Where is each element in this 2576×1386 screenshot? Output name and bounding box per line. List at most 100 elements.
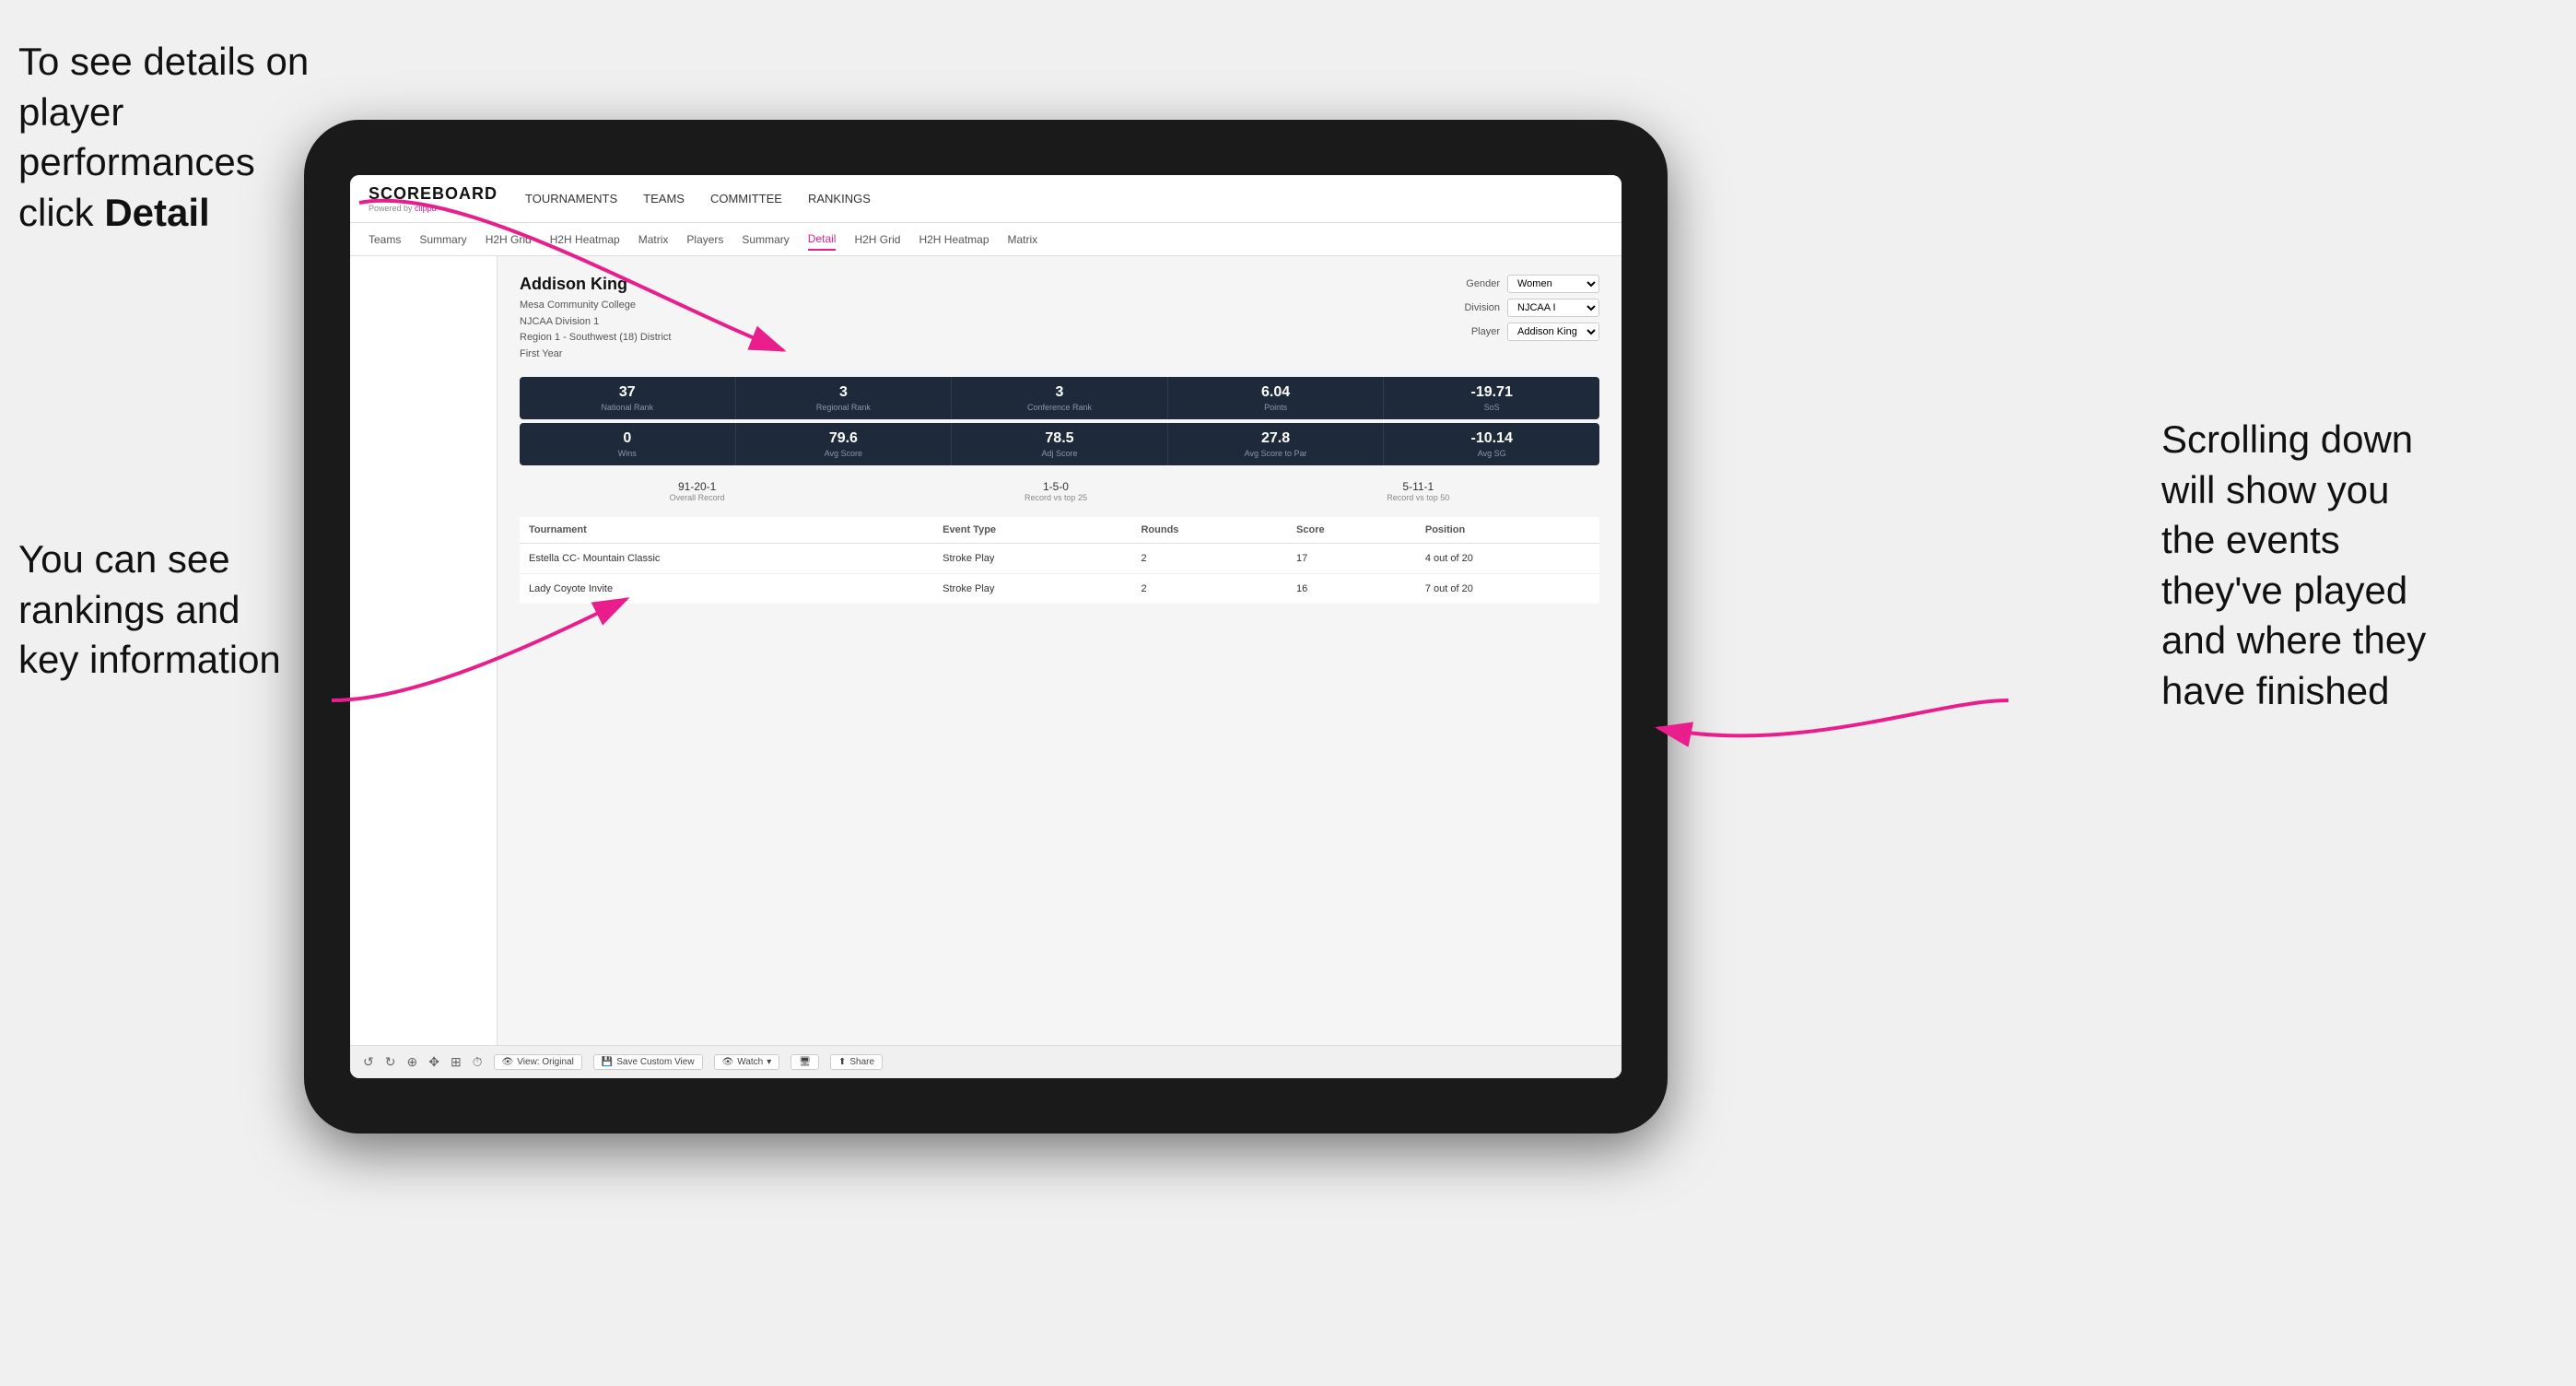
stat-wins: 0 Wins — [520, 423, 736, 465]
subnav-teams[interactable]: Teams — [369, 229, 401, 250]
record-top25: 1-5-0 Record vs top 25 — [1025, 480, 1087, 502]
gender-label: Gender — [1466, 278, 1500, 289]
record-overall: 91-20-1 Overall Record — [670, 480, 725, 502]
stat-avg-sg: -10.14 Avg SG — [1384, 423, 1599, 465]
col-score: Score — [1287, 517, 1416, 544]
gender-select[interactable]: Women — [1507, 275, 1599, 293]
stats-row-1: 37 National Rank 3 Regional Rank 3 Confe… — [520, 377, 1599, 419]
subnav-h2h-heatmap2[interactable]: H2H Heatmap — [919, 229, 989, 250]
nav-committee[interactable]: COMMITTEE — [710, 188, 782, 209]
view-original-button[interactable]: 👁 View: Original — [494, 1054, 582, 1070]
table-row: Lady Coyote Invite Stroke Play 2 16 7 ou… — [520, 574, 1599, 605]
player-division: NJCAA Division 1 — [520, 316, 599, 327]
subnav-h2h-grid[interactable]: H2H Grid — [486, 229, 532, 250]
stat-conference-rank-value: 3 — [961, 384, 1158, 401]
record-top25-value: 1-5-0 — [1025, 480, 1087, 493]
main-nav: TOURNAMENTS TEAMS COMMITTEE RANKINGS — [525, 188, 871, 209]
stat-sos-label: SoS — [1393, 403, 1590, 412]
record-overall-label: Overall Record — [670, 493, 725, 502]
tournament-score-2: 16 — [1287, 574, 1416, 605]
share-button[interactable]: ⬆ Share — [830, 1054, 883, 1070]
stat-avg-score: 79.6 Avg Score — [736, 423, 953, 465]
record-overall-value: 91-20-1 — [670, 480, 725, 493]
division-control: Division NJCAA I — [1464, 299, 1599, 317]
record-top50-value: 5-11-1 — [1387, 480, 1449, 493]
tablet-screen: SCOREBOARD Powered by clippd TOURNAMENTS… — [350, 175, 1622, 1078]
clock-icon[interactable]: ⏱ — [473, 1054, 483, 1070]
save-label: Save Custom View — [616, 1057, 694, 1067]
stat-adj-score-value: 78.5 — [961, 430, 1158, 447]
stat-avg-sg-value: -10.14 — [1393, 430, 1590, 447]
subnav-detail[interactable]: Detail — [808, 229, 837, 251]
stats-row-2: 0 Wins 79.6 Avg Score 78.5 Adj Score 27.… — [520, 423, 1599, 465]
subnav-summary[interactable]: Summary — [419, 229, 466, 250]
player-college: Mesa Community College — [520, 300, 636, 311]
nav-tournaments[interactable]: TOURNAMENTS — [525, 188, 617, 209]
gender-control: Gender Women — [1466, 275, 1599, 293]
view-icon: 👁 — [502, 1057, 514, 1067]
subnav-players[interactable]: Players — [686, 229, 723, 250]
tournament-position-2: 7 out of 20 — [1416, 574, 1599, 605]
tournament-score-1: 17 — [1287, 544, 1416, 574]
record-top50-label: Record vs top 50 — [1387, 493, 1449, 502]
stat-conference-rank: 3 Conference Rank — [952, 377, 1168, 419]
subnav-matrix[interactable]: Matrix — [638, 229, 669, 250]
subnav-matrix2[interactable]: Matrix — [1008, 229, 1038, 250]
logo-powered: Powered by clippd — [369, 204, 498, 213]
stat-national-rank-value: 37 — [529, 384, 726, 401]
main-content: Addison King Mesa Community College NJCA… — [350, 256, 1622, 1045]
stat-avg-sg-label: Avg SG — [1393, 449, 1590, 458]
player-name: Addison King — [520, 275, 671, 294]
chevron-down-icon: ▾ — [767, 1057, 771, 1067]
stat-adj-score: 78.5 Adj Score — [952, 423, 1168, 465]
record-top50: 5-11-1 Record vs top 50 — [1387, 480, 1449, 502]
division-label: Division — [1464, 302, 1500, 313]
nav-teams[interactable]: TEAMS — [643, 188, 685, 209]
stat-sos-value: -19.71 — [1393, 384, 1590, 401]
zoom-icon[interactable]: ⊕ — [406, 1054, 417, 1070]
screen-icon[interactable]: 🖥 — [790, 1054, 819, 1070]
grid-icon[interactable]: ⊞ — [451, 1054, 462, 1070]
tournament-type-2: Stroke Play — [933, 574, 1131, 605]
watch-button[interactable]: 👁 Watch ▾ — [714, 1054, 780, 1070]
stat-regional-rank-label: Regional Rank — [745, 403, 943, 412]
col-position: Position — [1416, 517, 1599, 544]
annotation-middle-left: You can see rankings and key information — [18, 534, 350, 686]
tournament-position-1: 4 out of 20 — [1416, 544, 1599, 574]
tablet: SCOREBOARD Powered by clippd TOURNAMENTS… — [304, 120, 1668, 1133]
division-select[interactable]: NJCAA I — [1507, 299, 1599, 317]
logo-scoreboard: SCOREBOARD — [369, 184, 498, 204]
col-rounds: Rounds — [1131, 517, 1287, 544]
pan-icon[interactable]: ✥ — [428, 1054, 439, 1070]
player-control: Player Addison King — [1471, 323, 1599, 341]
share-label: Share — [849, 1057, 874, 1067]
stat-conference-rank-label: Conference Rank — [961, 403, 1158, 412]
col-event-type: Event Type — [933, 517, 1131, 544]
nav-rankings[interactable]: RANKINGS — [808, 188, 871, 209]
col-tournament: Tournament — [520, 517, 933, 544]
watch-icon: 👁 — [722, 1057, 734, 1067]
table-row: Estella CC- Mountain Classic Stroke Play… — [520, 544, 1599, 574]
subnav-summary2[interactable]: Summary — [742, 229, 789, 250]
stat-avg-score-label: Avg Score — [745, 449, 943, 458]
stat-wins-label: Wins — [529, 449, 726, 458]
bottom-toolbar: ↺ ↻ ⊕ ✥ ⊞ ⏱ 👁 View: Original 💾 Save Cust… — [350, 1045, 1622, 1078]
tournament-name-2: Lady Coyote Invite — [520, 574, 933, 605]
subnav-h2h-heatmap[interactable]: H2H Heatmap — [550, 229, 620, 250]
annotation-top-left: To see details on player performances cl… — [18, 37, 369, 238]
subnav-h2h-grid2[interactable]: H2H Grid — [854, 229, 900, 250]
redo-icon[interactable]: ↻ — [385, 1054, 396, 1070]
content-area: Addison King Mesa Community College NJCA… — [498, 256, 1622, 1045]
sub-nav: Teams Summary H2H Grid H2H Heatmap Matri… — [350, 223, 1622, 256]
stat-points: 6.04 Points — [1168, 377, 1385, 419]
save-icon: 💾 — [602, 1057, 613, 1067]
tournament-table: Tournament Event Type Rounds Score Posit… — [520, 517, 1599, 604]
stat-points-label: Points — [1177, 403, 1375, 412]
stat-regional-rank-value: 3 — [745, 384, 943, 401]
stat-points-value: 6.04 — [1177, 384, 1375, 401]
undo-icon[interactable]: ↺ — [363, 1054, 374, 1070]
save-custom-view-button[interactable]: 💾 Save Custom View — [593, 1054, 703, 1070]
top-nav: SCOREBOARD Powered by clippd TOURNAMENTS… — [350, 175, 1622, 223]
stat-adj-score-label: Adj Score — [961, 449, 1158, 458]
player-select[interactable]: Addison King — [1507, 323, 1599, 341]
